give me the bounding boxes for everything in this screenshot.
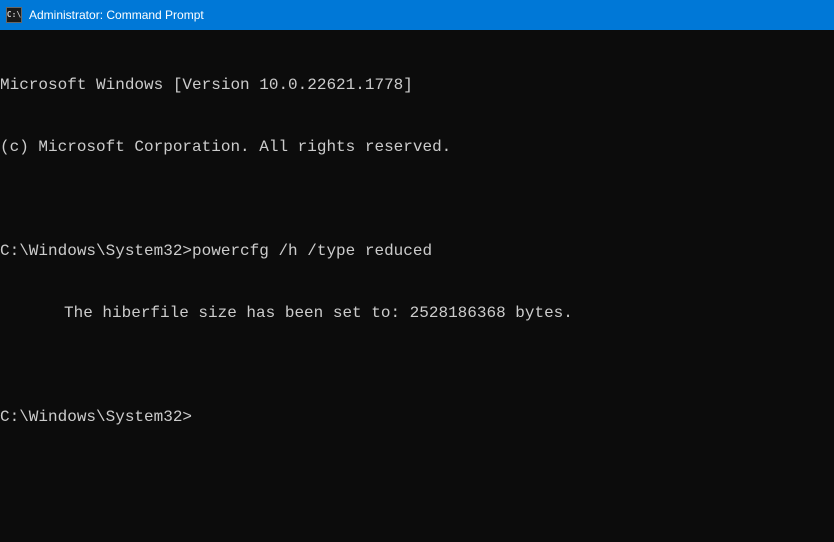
window-title: Administrator: Command Prompt <box>29 8 204 22</box>
command-1: powercfg /h /type reduced <box>192 242 432 260</box>
cmd-icon-glyph: C:\ <box>7 11 21 19</box>
terminal-area[interactable]: Microsoft Windows [Version 10.0.22621.17… <box>0 30 834 449</box>
titlebar[interactable]: C:\ Administrator: Command Prompt <box>0 0 834 30</box>
prompt-1: C:\Windows\System32> <box>0 242 192 260</box>
prompt-2: C:\Windows\System32> <box>0 408 192 426</box>
command-line-1: C:\Windows\System32>powercfg /h /type re… <box>0 241 834 262</box>
copyright-line: (c) Microsoft Corporation. All rights re… <box>0 137 834 158</box>
version-line: Microsoft Windows [Version 10.0.22621.17… <box>0 75 834 96</box>
output-line-1: The hiberfile size has been set to: 2528… <box>0 303 834 324</box>
command-line-2[interactable]: C:\Windows\System32> <box>0 407 834 428</box>
cmd-icon: C:\ <box>6 7 22 23</box>
